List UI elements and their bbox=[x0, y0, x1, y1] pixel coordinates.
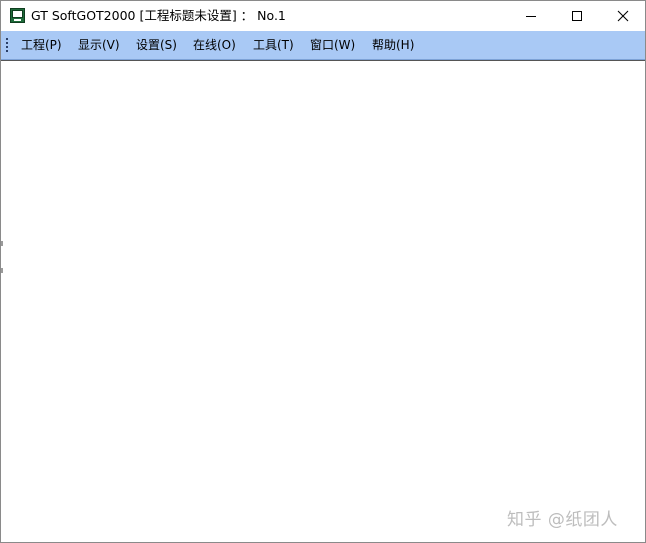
minimize-icon bbox=[526, 16, 536, 17]
app-monitor-icon bbox=[10, 8, 25, 23]
close-button[interactable] bbox=[600, 1, 645, 31]
window-title: GT SoftGOT2000 [工程标题未设置] ： No.1 bbox=[31, 8, 286, 23]
menu-tools[interactable]: 工具(T) bbox=[253, 38, 294, 52]
menu-project[interactable]: 工程(P) bbox=[21, 38, 62, 52]
toolbar-grip-icon[interactable] bbox=[6, 37, 9, 53]
maximize-button[interactable] bbox=[554, 1, 600, 31]
maximize-icon bbox=[572, 11, 582, 21]
menu-help[interactable]: 帮助(H) bbox=[372, 38, 414, 52]
menu-settings[interactable]: 设置(S) bbox=[136, 38, 177, 52]
menu-view[interactable]: 显示(V) bbox=[78, 38, 120, 52]
edge-marker bbox=[1, 241, 3, 246]
title-bar[interactable]: GT SoftGOT2000 [工程标题未设置] ： No.1 bbox=[1, 1, 645, 31]
app-window: GT SoftGOT2000 [工程标题未设置] ： No.1 工程(P) 显示… bbox=[0, 0, 646, 543]
watermark: 知乎 @纸团人 bbox=[507, 510, 618, 530]
menu-window[interactable]: 窗口(W) bbox=[310, 38, 355, 52]
edge-marker bbox=[1, 268, 3, 273]
minimize-button[interactable] bbox=[508, 1, 554, 31]
close-icon bbox=[617, 10, 629, 22]
menu-online[interactable]: 在线(O) bbox=[193, 38, 236, 52]
main-workspace[interactable] bbox=[1, 61, 645, 542]
menu-bar: 工程(P) 显示(V) 设置(S) 在线(O) 工具(T) 窗口(W) 帮助(H… bbox=[1, 31, 645, 60]
